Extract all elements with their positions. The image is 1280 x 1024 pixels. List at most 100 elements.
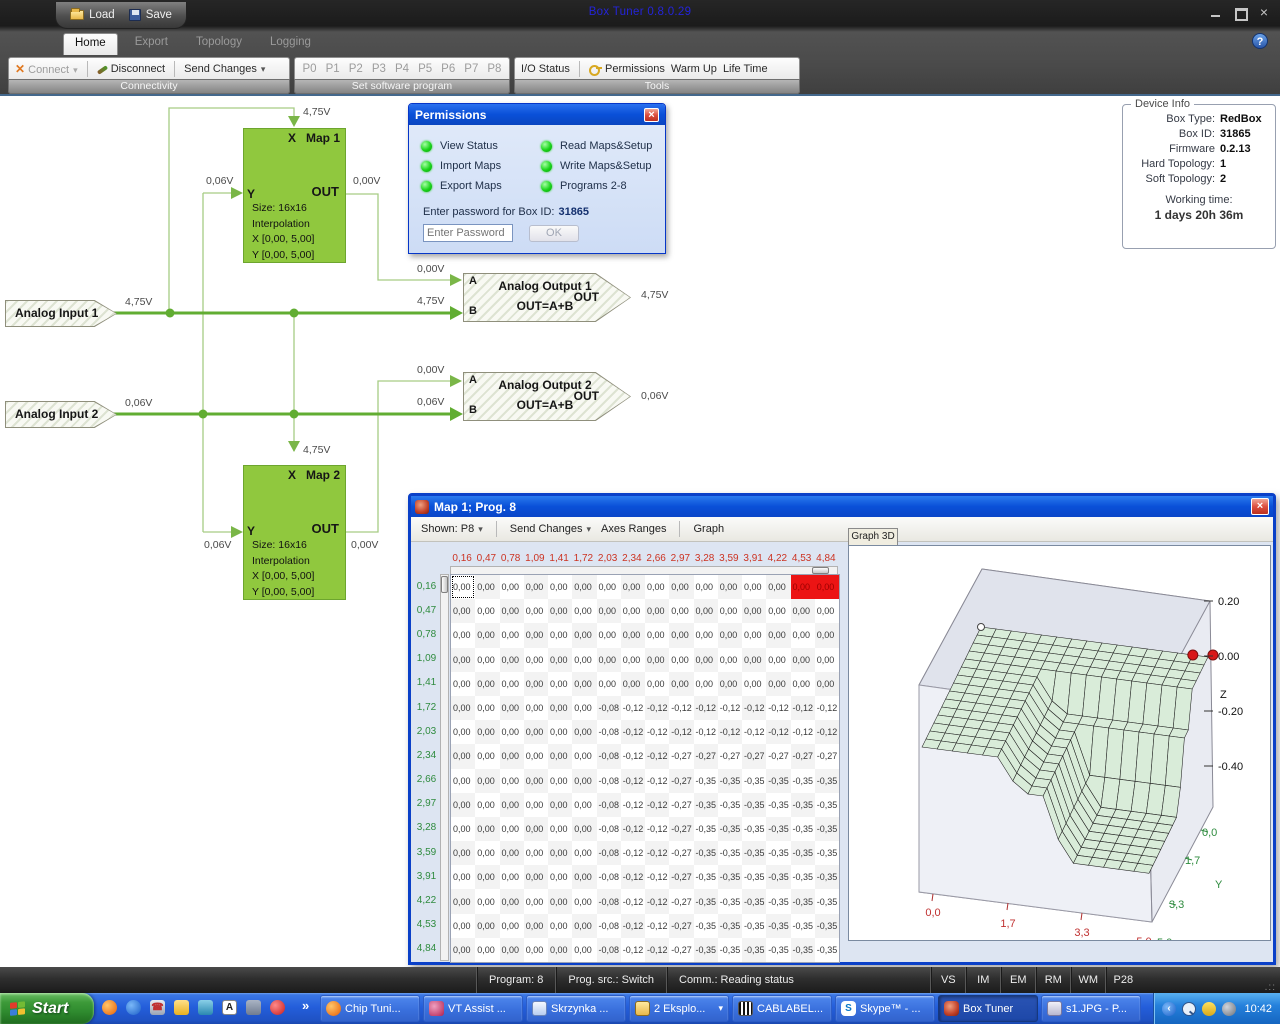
grid-cell[interactable]: 0,00 <box>524 744 548 768</box>
program-button-p4[interactable]: P4 <box>393 63 410 75</box>
grid-cell[interactable]: -0,35 <box>766 793 790 817</box>
grid-cell[interactable]: 0,00 <box>694 575 718 599</box>
grid-cell[interactable]: -0,35 <box>742 865 766 889</box>
close-button[interactable]: × <box>1258 7 1270 18</box>
grid-cell[interactable]: 0,00 <box>572 672 596 696</box>
grid-row-header[interactable]: 1,72 <box>413 695 440 719</box>
grid-cell[interactable]: 0,00 <box>475 865 499 889</box>
grid-cell[interactable]: -0,35 <box>694 865 718 889</box>
itunes-icon[interactable] <box>270 1000 285 1015</box>
grid-cell[interactable]: -0,27 <box>669 769 693 793</box>
grid-cell[interactable]: 0,00 <box>669 648 693 672</box>
tab-home[interactable]: Home <box>63 33 118 55</box>
grid-cell[interactable]: -0,35 <box>694 841 718 865</box>
grid-cell[interactable]: -0,08 <box>597 889 621 913</box>
grid-cell[interactable]: -0,08 <box>597 938 621 962</box>
io-status-button[interactable]: I/O Status <box>521 63 570 75</box>
grid-cell[interactable]: 0,00 <box>572 623 596 647</box>
taskbar-task[interactable]: Box Tuner <box>938 995 1038 1022</box>
grid-cell[interactable]: 0,00 <box>791 648 815 672</box>
grid-cell[interactable]: 0,00 <box>597 599 621 623</box>
warm-up-button[interactable]: Warm Up <box>671 63 717 75</box>
grid-cell[interactable]: -0,12 <box>694 696 718 720</box>
y-axis-slider[interactable] <box>440 574 449 961</box>
grid-cell[interactable]: -0,12 <box>621 696 645 720</box>
grid-cell[interactable]: -0,12 <box>815 696 839 720</box>
grid-cell[interactable]: 0,00 <box>742 672 766 696</box>
grid-cell[interactable]: -0,12 <box>766 720 790 744</box>
grid-cell[interactable]: 0,00 <box>524 672 548 696</box>
grid-cell[interactable]: 0,00 <box>597 575 621 599</box>
media-player-icon[interactable] <box>126 1000 141 1015</box>
grid-cell[interactable]: 0,00 <box>500 575 524 599</box>
grid-cell[interactable]: 0,00 <box>572 817 596 841</box>
grid-col-header[interactable]: 0,16 <box>450 553 474 564</box>
grid-cell[interactable]: -0,12 <box>621 793 645 817</box>
grid-cell[interactable]: -0,35 <box>815 889 839 913</box>
life-time-button[interactable]: Life Time <box>723 63 768 75</box>
grid-cell[interactable]: 0,00 <box>548 938 572 962</box>
grid-cell[interactable]: 0,00 <box>572 599 596 623</box>
grid-cell[interactable]: 0,00 <box>694 648 718 672</box>
map1-block[interactable]: X Map 1 Y OUT Size: 16x16InterpolationX … <box>243 128 346 263</box>
grid-cell[interactable]: -0,27 <box>669 793 693 817</box>
grid-cell[interactable]: 0,00 <box>718 672 742 696</box>
map-window-titlebar[interactable]: Map 1; Prog. 8× <box>411 496 1273 517</box>
grid-cell[interactable]: -0,35 <box>766 938 790 962</box>
grid-col-header[interactable]: 1,41 <box>547 553 571 564</box>
grid-cell[interactable]: 0,00 <box>475 889 499 913</box>
grid-cell[interactable]: 0,00 <box>475 914 499 938</box>
grid-row-header[interactable]: 3,59 <box>413 840 440 864</box>
taskbar-task[interactable]: SSkype™ - ... <box>835 995 935 1022</box>
grid-row-header[interactable]: 3,28 <box>413 816 440 840</box>
grid-row-header[interactable]: 1,41 <box>413 671 440 695</box>
grid-cell[interactable]: -0,35 <box>815 938 839 962</box>
grid-cell[interactable]: -0,35 <box>815 793 839 817</box>
grid-cell[interactable]: -0,12 <box>742 720 766 744</box>
grid-cell[interactable]: -0,12 <box>791 720 815 744</box>
grid-cell[interactable]: -0,35 <box>742 817 766 841</box>
grid-cell[interactable]: -0,12 <box>621 938 645 962</box>
grid-cell[interactable]: -0,08 <box>597 720 621 744</box>
grid-row-header[interactable]: 2,03 <box>413 719 440 743</box>
grid-cell[interactable]: 0,00 <box>451 793 475 817</box>
grid-cell[interactable]: 0,00 <box>500 744 524 768</box>
close-icon[interactable]: × <box>1251 498 1269 515</box>
grid-cell[interactable]: 0,00 <box>572 793 596 817</box>
grid-cell[interactable]: 0,00 <box>524 599 548 623</box>
shown-program-dropdown[interactable]: Shown: P8 <box>421 523 483 535</box>
grid-cell[interactable]: 0,00 <box>548 648 572 672</box>
graph3d-panel[interactable]: 0.200.00-0.20-0.40Z0,01,73,35,00,01,73,3… <box>848 545 1271 941</box>
grid-col-header[interactable]: 1,09 <box>523 553 547 564</box>
grid-cell[interactable]: -0,35 <box>694 914 718 938</box>
maximize-button[interactable] <box>1234 7 1246 18</box>
grid-cell[interactable]: 0,00 <box>815 575 839 599</box>
grid-cell[interactable]: 0,00 <box>500 793 524 817</box>
grid-col-header[interactable]: 4,53 <box>790 553 814 564</box>
grid-cell[interactable]: 0,00 <box>694 672 718 696</box>
phone-icon[interactable]: ☎ <box>150 1000 165 1015</box>
grid-row-header[interactable]: 1,09 <box>413 647 440 671</box>
grid-cell[interactable]: 0,00 <box>524 889 548 913</box>
grid-cell[interactable]: 0,00 <box>548 793 572 817</box>
grid-cell[interactable]: -0,12 <box>815 720 839 744</box>
grid-cell[interactable]: -0,35 <box>718 793 742 817</box>
grid-cell[interactable]: -0,12 <box>694 720 718 744</box>
grid-cell[interactable]: 0,00 <box>451 841 475 865</box>
send-changes-button[interactable]: Send Changes <box>184 63 265 75</box>
grid-col-header[interactable]: 3,59 <box>717 553 741 564</box>
grid-cell[interactable]: -0,12 <box>645 817 669 841</box>
grid-cell[interactable]: -0,35 <box>718 889 742 913</box>
grid-cell[interactable]: -0,35 <box>718 865 742 889</box>
grid-col-header[interactable]: 3,28 <box>693 553 717 564</box>
grid-cell[interactable]: -0,08 <box>597 696 621 720</box>
analog-input-2-block[interactable]: Analog Input 2 <box>5 401 117 428</box>
grid-cell[interactable]: -0,27 <box>669 914 693 938</box>
grid-cell[interactable]: -0,35 <box>742 914 766 938</box>
taskbar-task[interactable]: VT Assist ... <box>423 995 523 1022</box>
program-button-p7[interactable]: P7 <box>463 63 480 75</box>
send-changes-button[interactable]: Send Changes <box>510 523 591 535</box>
grid-cell[interactable]: 0,00 <box>524 841 548 865</box>
grid-cell[interactable]: 0,00 <box>451 648 475 672</box>
grid-cell[interactable]: 0,00 <box>451 720 475 744</box>
